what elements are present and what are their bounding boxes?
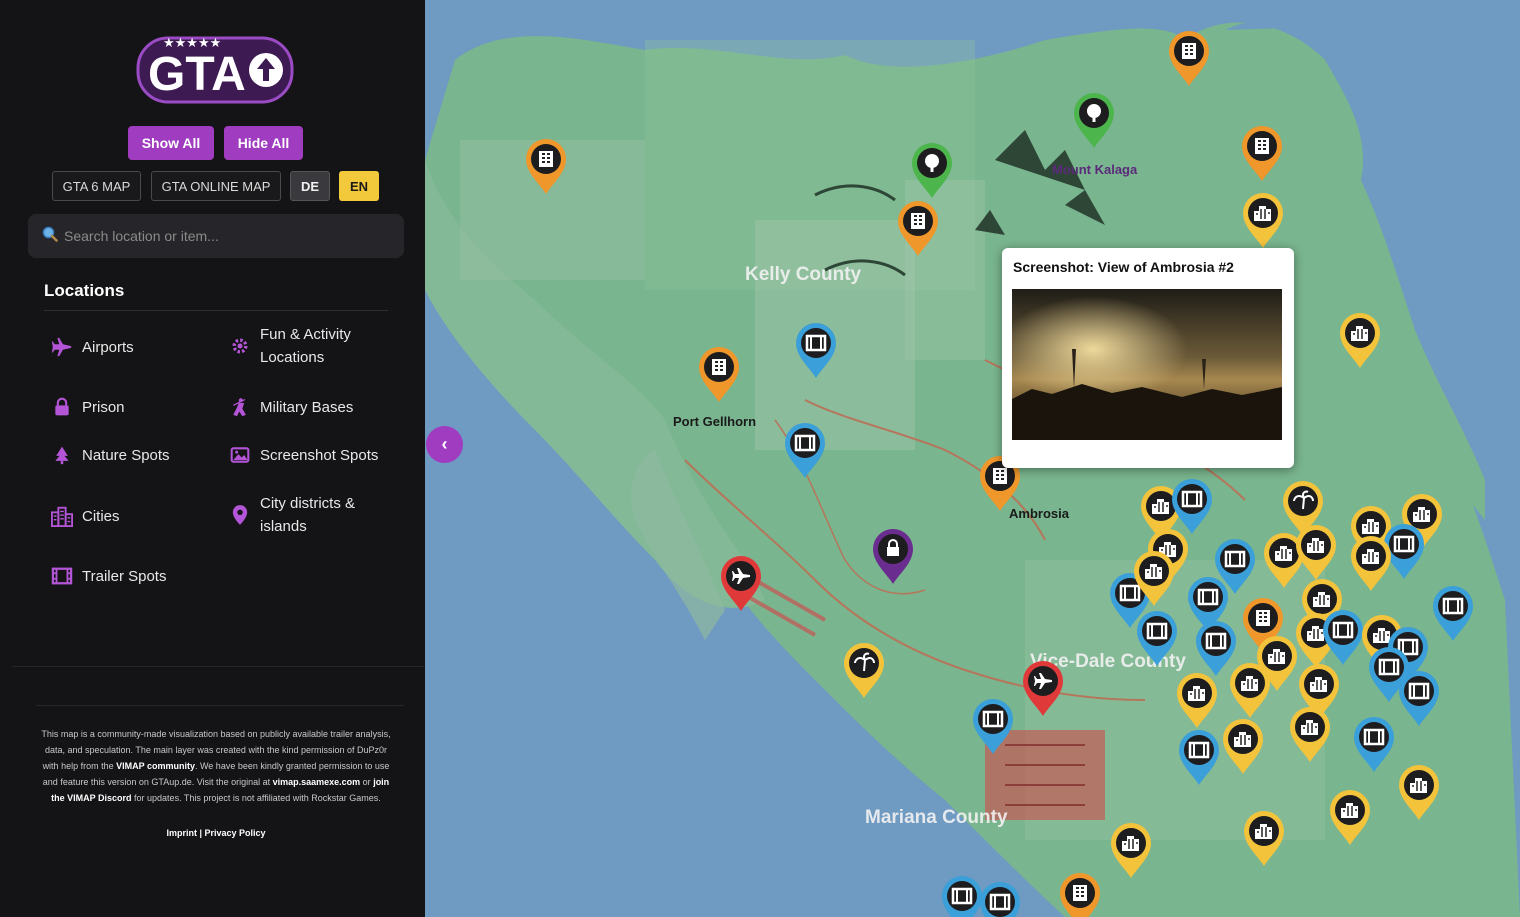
category-label: Screenshot Spots (260, 446, 379, 464)
pin-trailer[interactable] (1322, 609, 1364, 667)
category-label: Airports (82, 338, 134, 356)
region-label-kelly: Kelly County (745, 264, 862, 285)
image-icon (228, 443, 252, 467)
category-label: City districts & islands (260, 495, 356, 535)
pin-airport[interactable] (720, 555, 762, 613)
footer-divider (36, 705, 404, 706)
gta-logo[interactable]: ★★★★★ GTA (136, 30, 296, 105)
screenshot-popup[interactable]: Screenshot: View of Ambrosia #2 (1002, 248, 1294, 468)
vimap-community-link[interactable]: VIMAP community (116, 761, 195, 771)
search-box[interactable] (28, 214, 404, 258)
category-airports[interactable]: Airports (50, 335, 134, 359)
category-trailer-spots[interactable]: Trailer Spots (50, 564, 166, 588)
gear-icon (228, 334, 252, 358)
film-icon (50, 564, 74, 588)
pin-trailer[interactable] (1136, 610, 1178, 668)
place-label-port-gellhorn[interactable]: Port Gellhorn (673, 414, 756, 429)
collapse-sidebar-button[interactable]: ‹ (426, 426, 463, 463)
category-fun-activity[interactable]: Fun & Activity Locations (228, 323, 378, 369)
pin-city[interactable] (1222, 718, 1264, 776)
map-pin-icon (228, 503, 252, 527)
pin-building[interactable] (897, 200, 939, 258)
category-screenshot-spots[interactable]: Screenshot Spots (228, 443, 378, 467)
privacy-policy-link[interactable]: Privacy Policy (205, 828, 266, 838)
category-nature-spots[interactable]: Nature Spots (50, 443, 170, 467)
pin-building[interactable] (1168, 30, 1210, 88)
pin-city[interactable] (1243, 810, 1285, 868)
category-prison[interactable]: Prison (50, 395, 125, 419)
place-label-mount-kalaga[interactable]: Mount Kalaga (1052, 162, 1137, 177)
pin-city[interactable] (1289, 706, 1331, 764)
logo-text: GTA (148, 48, 246, 101)
footer-text: This map is a community-made visualizati… (41, 729, 391, 803)
pin-trailer[interactable] (784, 422, 826, 480)
lang-en-button[interactable]: EN (339, 171, 379, 201)
pin-prison[interactable] (872, 528, 914, 586)
pin-city[interactable] (1110, 822, 1152, 880)
category-label: Prison (82, 398, 125, 416)
imprint-link[interactable]: Imprint (166, 828, 197, 838)
search-icon (42, 226, 58, 247)
sidebar: ★★★★★ GTA Show All Hide All GTA 6 MAP GT… (0, 0, 425, 917)
lang-de-button[interactable]: DE (290, 171, 330, 201)
category-city-districts[interactable]: City districts & islands (228, 492, 378, 538)
pin-fun[interactable] (843, 642, 885, 700)
category-label: Nature Spots (82, 446, 170, 464)
map-terrain (425, 0, 1520, 917)
search-input[interactable] (64, 228, 384, 244)
locations-divider (44, 310, 388, 311)
pin-nature[interactable] (1073, 92, 1115, 150)
soldier-icon (228, 395, 252, 419)
pin-trailer[interactable] (795, 322, 837, 380)
region-label-mariana: Mariana County (865, 807, 1008, 828)
pin-building[interactable] (698, 346, 740, 404)
pin-trailer[interactable] (979, 881, 1021, 917)
pin-city[interactable] (1398, 764, 1440, 822)
lock-icon (50, 395, 74, 419)
locations-heading: Locations (44, 281, 125, 300)
sidebar-divider (12, 666, 424, 667)
pin-city[interactable] (1176, 672, 1218, 730)
pin-trailer[interactable] (1398, 670, 1440, 728)
tree-icon (50, 443, 74, 467)
pin-nature[interactable] (911, 142, 953, 200)
category-label: Trailer Spots (82, 567, 167, 585)
pin-trailer[interactable] (972, 698, 1014, 756)
pin-city[interactable] (1133, 550, 1175, 608)
pin-trailer[interactable] (1178, 729, 1220, 787)
plane-icon (50, 335, 74, 359)
pin-building[interactable] (525, 138, 567, 196)
city-icon (50, 504, 74, 528)
category-military-bases[interactable]: Military Bases (228, 395, 353, 419)
pin-airport[interactable] (1022, 660, 1064, 718)
pin-city[interactable] (1295, 524, 1337, 582)
category-label: Cities (82, 507, 120, 525)
pin-city[interactable] (1350, 535, 1392, 593)
hide-all-button[interactable]: Hide All (224, 126, 303, 160)
category-label: Fun & Activity Locations (260, 326, 351, 366)
screenshot-image[interactable] (1012, 289, 1282, 440)
pin-trailer[interactable] (1432, 585, 1474, 643)
pin-city[interactable] (1329, 789, 1371, 847)
pin-trailer[interactable] (941, 875, 983, 917)
map-canvas[interactable]: Kelly County Vice-Dale County Mariana Co… (425, 0, 1520, 917)
pin-city[interactable] (1229, 662, 1271, 720)
gta6-map-button[interactable]: GTA 6 MAP (52, 171, 141, 201)
vimap-url-link[interactable]: vimap.saamexe.com (273, 777, 361, 787)
category-cities[interactable]: Cities (50, 504, 120, 528)
category-label: Military Bases (260, 398, 354, 416)
pin-city[interactable] (1242, 192, 1284, 250)
pin-building[interactable] (1241, 125, 1283, 183)
footer-links: Imprint | Privacy Policy (166, 828, 266, 838)
place-label-ambrosia[interactable]: Ambrosia (1009, 506, 1069, 521)
pin-building[interactable] (1059, 872, 1101, 917)
pin-trailer[interactable] (1353, 716, 1395, 774)
show-all-button[interactable]: Show All (128, 126, 214, 160)
chevron-left-icon: ‹ (441, 434, 448, 454)
pin-city[interactable] (1339, 312, 1381, 370)
gta-online-map-button[interactable]: GTA ONLINE MAP (151, 171, 281, 201)
popup-title: Screenshot: View of Ambrosia #2 (1013, 259, 1234, 275)
